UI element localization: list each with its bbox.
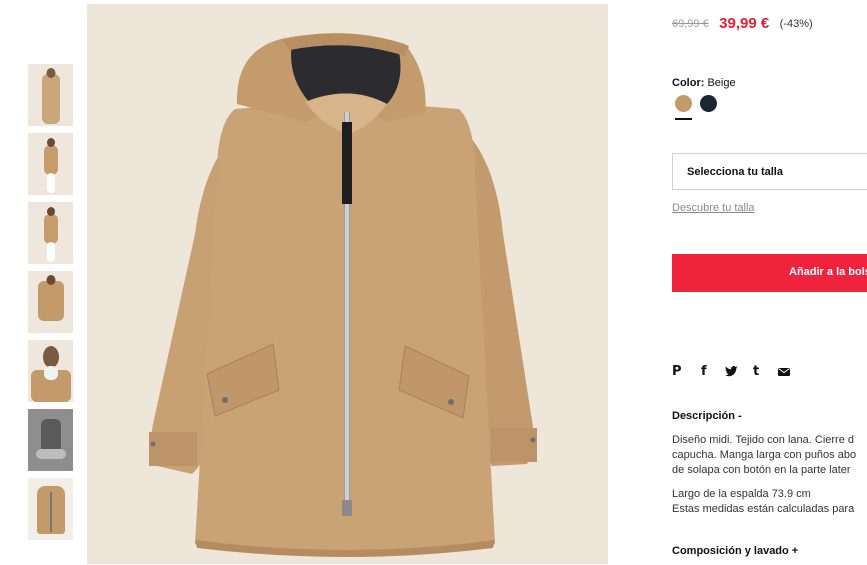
selected-swatch-indicator (675, 118, 692, 120)
color-swatch-navy[interactable] (700, 95, 717, 112)
discount-badge: (-43%) (779, 17, 813, 30)
thumbnail-5[interactable] (28, 340, 73, 402)
thumbnail-3[interactable] (28, 202, 73, 264)
thumbnail-6[interactable] (28, 409, 73, 471)
price-row: 69,99 € 39,99 € (-43%) (672, 15, 813, 33)
add-to-bag-button[interactable]: Añadir a la bolsa (672, 254, 867, 292)
facebook-icon[interactable]: f (701, 364, 707, 380)
description-title[interactable]: Descripción - (672, 410, 742, 422)
size-select[interactable]: Selecciona tu talla (672, 153, 867, 190)
thumbnail-2[interactable] (28, 133, 73, 195)
old-price: 69,99 € (672, 17, 709, 30)
thumbnail-1[interactable] (28, 64, 73, 126)
thumbnail-4[interactable] (28, 271, 73, 333)
description-line-1: Diseño midi. Tejido con lana. Cierre d (672, 434, 854, 446)
composition-title[interactable]: Composición y lavado + (672, 545, 798, 557)
color-label-value: Beige (707, 77, 736, 89)
description-line-2: capucha. Manga larga con puños abo (672, 449, 857, 461)
sale-price: 39,99 € (719, 15, 770, 33)
tumblr-icon[interactable]: t (753, 364, 759, 380)
measure-line-1: Largo de la espalda 73.9 cm (672, 488, 811, 500)
measure-line-2: Estas medidas están calculadas para (672, 503, 855, 515)
thumbnail-list (28, 64, 73, 547)
twitter-icon[interactable] (725, 366, 738, 377)
color-label-title: Color: (672, 77, 705, 89)
coat-illustration (149, 33, 537, 557)
color-swatch-beige[interactable] (675, 95, 692, 112)
product-image (87, 4, 608, 564)
color-label: Color: Beige (672, 77, 736, 89)
thumbnail-7[interactable] (28, 478, 73, 540)
description-line-3: de solapa con botón en la parte later (672, 464, 851, 476)
size-guide-link[interactable]: Descubre tu talla (672, 202, 755, 214)
email-icon[interactable] (778, 368, 790, 376)
pinterest-icon[interactable]: P (672, 364, 682, 380)
